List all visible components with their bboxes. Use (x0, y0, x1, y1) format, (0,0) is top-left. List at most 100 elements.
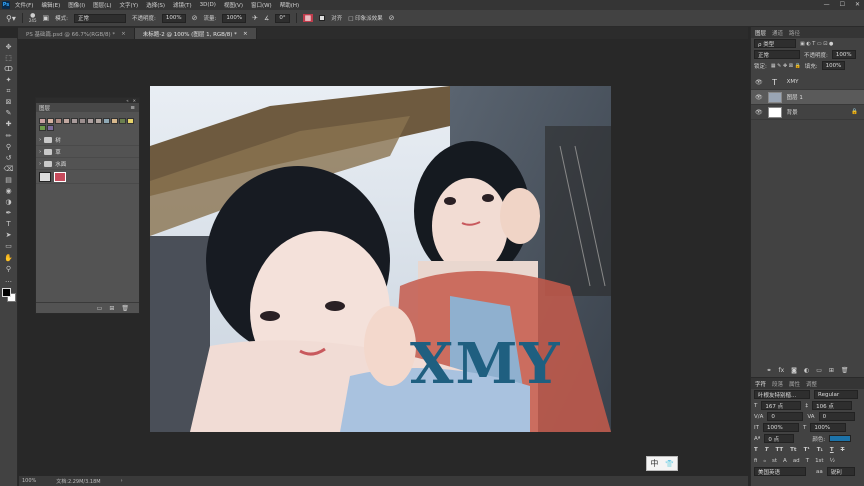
lock-icons[interactable]: ▦ ✎ ✥ ⊠ 🔒 (771, 63, 801, 69)
gradient-icon[interactable]: ▤ (3, 175, 15, 185)
magic-wand-icon[interactable]: ✦ (3, 75, 15, 85)
new-preset-icon[interactable]: ⊞ (109, 305, 114, 312)
document-tab[interactable]: PS 基础篇.psd @ 66.7%(RGB/8) * × (18, 28, 135, 39)
menu-file[interactable]: 文件(F) (15, 1, 33, 9)
menu-3d[interactable]: 3D(D) (200, 2, 216, 8)
preset-chip[interactable] (39, 118, 46, 124)
maximize-icon[interactable]: ☐ (840, 1, 845, 8)
strikethrough-button[interactable]: T (841, 447, 845, 453)
preset-chip[interactable] (39, 125, 46, 131)
link-icon[interactable]: ⚭ (766, 367, 771, 376)
tab-layers[interactable]: 图层 (755, 29, 766, 37)
new-layer-icon[interactable]: ⊞ (829, 367, 834, 376)
rectangle-icon[interactable]: ▭ (3, 242, 15, 252)
menu-select[interactable]: 选择(S) (146, 1, 165, 9)
ime-skin-icon[interactable]: 👕 (665, 460, 674, 468)
tab-channels[interactable]: 通道 (772, 29, 783, 37)
close-panel-icon[interactable]: ✕ (133, 98, 136, 103)
blur-icon[interactable]: ◉ (3, 186, 15, 196)
subscript-button[interactable]: T₁ (817, 447, 823, 453)
preset-chip[interactable] (87, 118, 94, 124)
menu-edit[interactable]: 编辑(E) (41, 1, 60, 9)
swash-button[interactable]: A (783, 458, 787, 464)
superscript-button[interactable]: T¹ (804, 447, 810, 453)
contextual-alt-button[interactable]: ℴ (763, 458, 766, 464)
preset-chip[interactable] (127, 118, 134, 124)
pressure-opacity-icon[interactable]: ⊘ (192, 14, 198, 22)
folder-row[interactable]: › 草 (36, 146, 139, 158)
zoom-level[interactable]: 100% (22, 478, 36, 484)
folder-row[interactable]: › 水面 (36, 158, 139, 170)
font-style-select[interactable]: Regular (814, 390, 858, 399)
eyedropper-icon[interactable]: ✎ (3, 109, 15, 119)
visibility-eye-icon[interactable]: 👁 (755, 94, 763, 101)
baseline-input[interactable]: 0 点 (764, 434, 795, 443)
lasso-icon[interactable]: ↀ (3, 64, 15, 74)
preset-chip[interactable] (79, 118, 86, 124)
clone-source-icon[interactable]: ▦ (302, 14, 314, 22)
flow-input[interactable]: 100% (222, 13, 247, 23)
new-group-icon[interactable]: ▭ (97, 305, 103, 312)
color-swatches[interactable] (1, 288, 16, 303)
tab-paths[interactable]: 路径 (789, 29, 800, 37)
fractions-button[interactable]: ½ (830, 458, 835, 464)
ligature-button[interactable]: fi (754, 458, 757, 464)
small-caps-button[interactable]: Tt (790, 447, 796, 453)
type-icon[interactable]: T (3, 220, 15, 230)
folder-row[interactable]: › 树 (36, 134, 139, 146)
preset-chip[interactable] (47, 125, 54, 131)
document-tab-active[interactable]: 未标题-2 @ 100% (图层 1, RGB/8) * × (134, 28, 257, 39)
font-size-input[interactable]: 167 点 (761, 401, 802, 410)
expand-arrow-icon[interactable]: › (39, 137, 41, 143)
tab-close-icon[interactable]: × (121, 31, 126, 37)
clone-stamp-tool-icon[interactable]: ⚲▾ (6, 14, 16, 23)
tab-character[interactable]: 字符 (755, 380, 766, 388)
preset-thumbnail-row[interactable] (36, 170, 139, 184)
preset-chip[interactable] (119, 118, 126, 124)
horizontal-scale-input[interactable]: 100% (810, 423, 847, 432)
tracking-input[interactable]: 0 (818, 412, 855, 421)
close-icon[interactable]: ✕ (855, 1, 860, 8)
layer-row-image[interactable]: 👁 图层 1 (751, 90, 864, 105)
vertical-scale-input[interactable]: 100% (762, 423, 799, 432)
menu-layer[interactable]: 图层(L) (93, 1, 111, 9)
layer-row-text[interactable]: 👁 T XMY (751, 75, 864, 90)
dodge-icon[interactable]: ◑ (3, 197, 15, 207)
more-icon[interactable]: … (3, 275, 15, 285)
healing-icon[interactable]: ✚ (3, 120, 15, 130)
preset-thumbnail[interactable] (54, 171, 66, 182)
sample-label[interactable]: □ 印象派效果 (348, 14, 382, 22)
layer-kind-filter[interactable]: ρ 类型 (754, 39, 796, 48)
language-select[interactable]: 美国英语 (754, 467, 806, 476)
menu-window[interactable]: 窗口(W) (251, 1, 272, 9)
opacity-input[interactable]: 100% (161, 13, 186, 23)
frame-icon[interactable]: ⊠ (3, 97, 15, 107)
brush-settings-icon[interactable]: ▣ (43, 14, 50, 22)
airbrush-icon[interactable]: ✈ (252, 14, 258, 22)
preset-chip[interactable] (63, 118, 70, 124)
filter-icons[interactable]: ▣ ◐ T ▭ ⊡ ● (800, 41, 833, 47)
layer-row-background[interactable]: 👁 背景 🔒 (751, 105, 864, 120)
fx-icon[interactable]: fx (778, 367, 784, 376)
preset-chip[interactable] (111, 118, 118, 124)
align-checkbox[interactable] (319, 15, 326, 21)
canvas-text-layer[interactable]: XMY (410, 336, 561, 392)
move-icon[interactable]: ✥ (3, 42, 15, 52)
foreground-color-swatch[interactable] (1, 288, 11, 298)
preset-thumbnail[interactable] (39, 171, 51, 182)
text-color-swatch[interactable] (829, 435, 852, 442)
history-brush-icon[interactable]: ↺ (3, 153, 15, 163)
mask-icon[interactable]: ◙ (791, 367, 797, 376)
menu-help[interactable]: 帮助(H) (280, 1, 299, 9)
expand-arrow-icon[interactable]: › (39, 149, 41, 155)
zoom-icon[interactable]: ⚲ (3, 264, 15, 274)
crop-icon[interactable]: ⌗ (3, 86, 15, 96)
marquee-icon[interactable]: ⬚ (3, 53, 15, 63)
faux-italic-button[interactable]: T (765, 447, 769, 453)
tab-adjustments[interactable]: 调整 (806, 380, 817, 388)
menu-type[interactable]: 文字(Y) (120, 1, 139, 9)
ime-language[interactable]: 中 (650, 458, 658, 469)
adjustment-icon[interactable]: ◐ (804, 367, 809, 376)
tab-paragraph[interactable]: 段落 (772, 380, 783, 388)
expand-arrow-icon[interactable]: › (39, 161, 41, 167)
